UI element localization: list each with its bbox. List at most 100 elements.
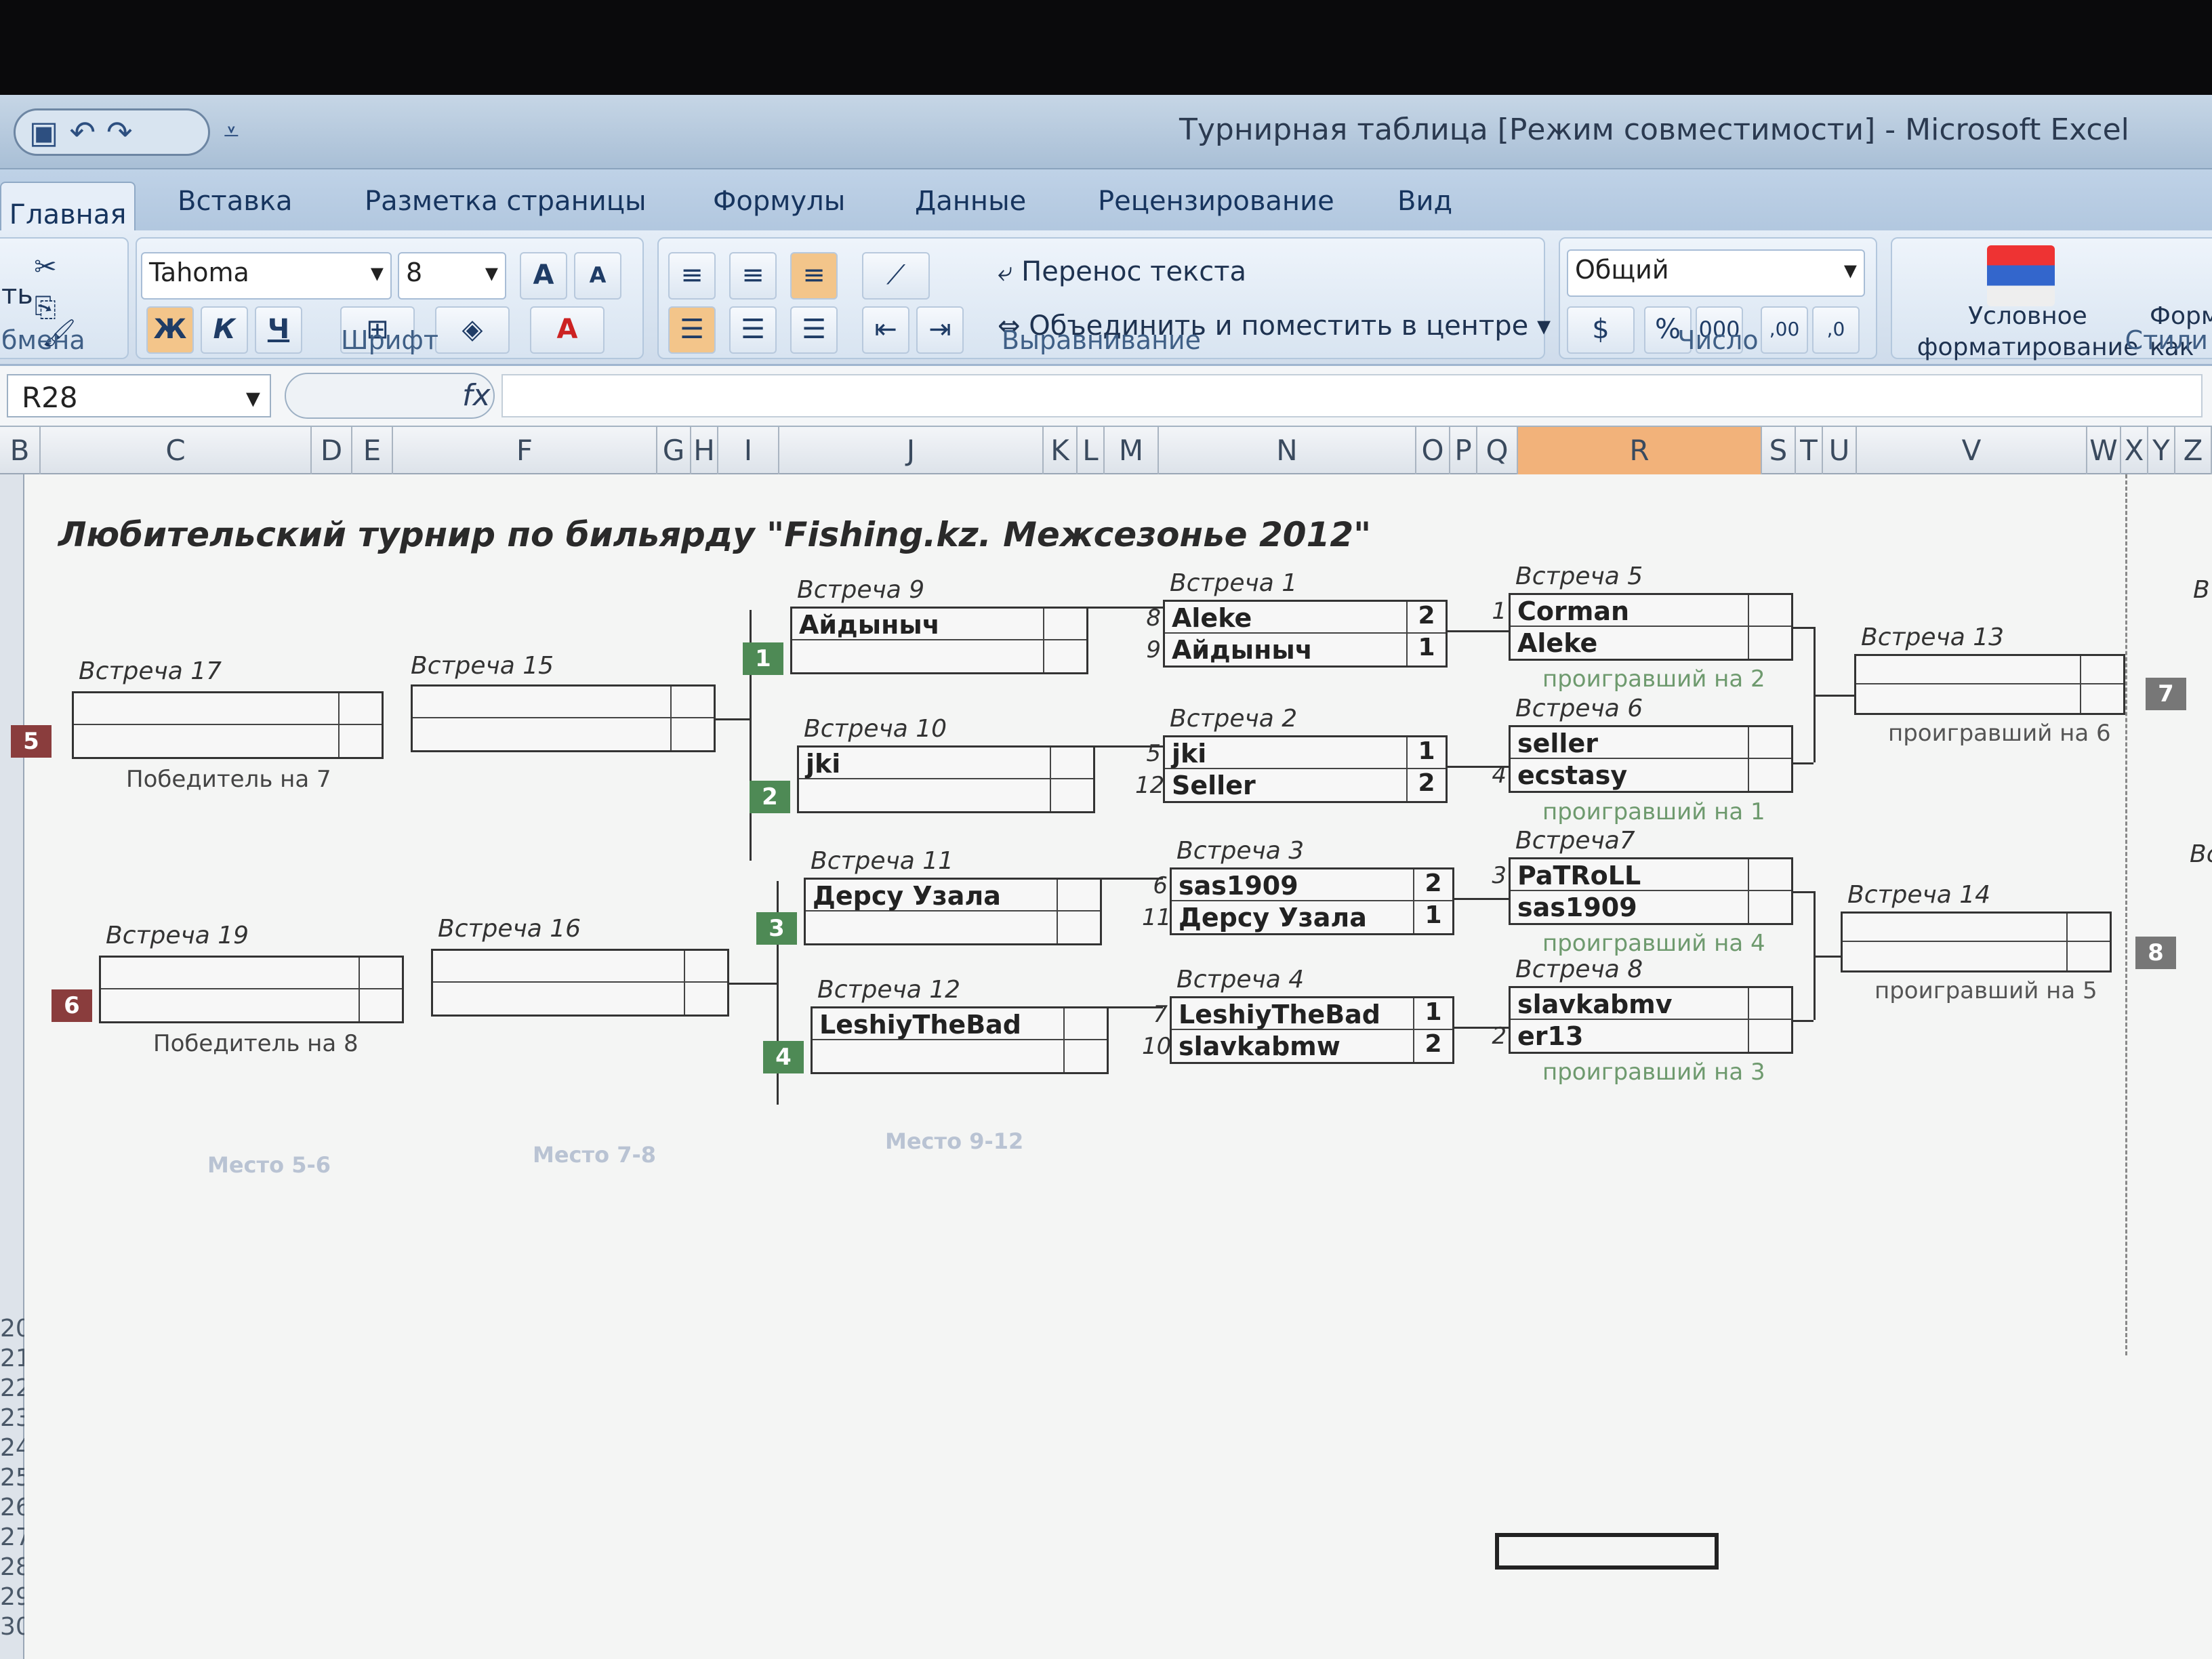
player-row[interactable] bbox=[74, 725, 382, 757]
col-header-y[interactable]: Y bbox=[2148, 427, 2175, 474]
grow-font-button[interactable]: A bbox=[520, 252, 567, 300]
row-header[interactable]: 24 bbox=[0, 1434, 31, 1462]
match-box-6[interactable]: seller 4 ecstasy bbox=[1492, 725, 1793, 793]
col-header-w[interactable]: W bbox=[2087, 427, 2121, 474]
font-size-select[interactable]: 8 ▾ bbox=[398, 252, 506, 300]
match-box-15[interactable] bbox=[411, 684, 716, 752]
align-top-icon[interactable]: ≡ bbox=[668, 252, 716, 300]
match-box-19[interactable] bbox=[99, 956, 404, 1023]
score-cell[interactable] bbox=[1057, 912, 1100, 943]
player-row[interactable]: 6 sas1909 2 bbox=[1153, 869, 1452, 901]
match-box-9[interactable]: Айдыныч bbox=[790, 607, 1088, 674]
score-cell[interactable] bbox=[1748, 759, 1791, 791]
align-bottom-icon[interactable]: ≡ bbox=[790, 252, 838, 300]
match-box-3[interactable]: 6 sas1909 2 11 Дерсу Узала 1 bbox=[1142, 867, 1454, 935]
player-row[interactable]: 11 Дерсу Узала 1 bbox=[1142, 901, 1452, 933]
orientation-icon[interactable]: ⟋ bbox=[862, 252, 930, 300]
name-box[interactable]: R28 ▾ bbox=[7, 374, 271, 417]
score-cell[interactable] bbox=[2066, 914, 2110, 941]
score-cell[interactable] bbox=[2080, 684, 2123, 713]
tab-view[interactable]: Вид bbox=[1397, 186, 1452, 217]
player-row[interactable]: 12 Seller 2 bbox=[1135, 769, 1446, 801]
score-cell[interactable] bbox=[2080, 656, 2123, 683]
tab-review[interactable]: Рецензирование bbox=[1098, 186, 1334, 217]
col-header-l[interactable]: L bbox=[1078, 427, 1105, 474]
formula-input[interactable] bbox=[501, 374, 2203, 417]
match-box-2[interactable]: 5 jki 1 12 Seller 2 bbox=[1135, 735, 1448, 803]
row-header[interactable]: 25 bbox=[0, 1464, 31, 1492]
tab-data[interactable]: Данные bbox=[915, 186, 1026, 217]
col-header-z[interactable]: Z bbox=[2175, 427, 2212, 474]
score-cell[interactable] bbox=[338, 725, 382, 757]
col-header-b[interactable]: B bbox=[0, 427, 41, 474]
col-header-g[interactable]: G bbox=[657, 427, 691, 474]
shrink-font-button[interactable]: A bbox=[574, 252, 621, 300]
match-box-17[interactable] bbox=[72, 691, 384, 759]
player-row[interactable] bbox=[433, 951, 727, 983]
player-row[interactable]: 8 Aleke 2 bbox=[1146, 602, 1446, 634]
score-cell[interactable] bbox=[1748, 627, 1791, 659]
score-cell[interactable] bbox=[1748, 891, 1791, 923]
player-row[interactable]: seller bbox=[1511, 727, 1791, 759]
row-header[interactable]: 29 bbox=[0, 1583, 31, 1611]
selected-cell[interactable] bbox=[1495, 1533, 1719, 1570]
player-row[interactable]: Aleke bbox=[1511, 627, 1791, 659]
score-cell[interactable] bbox=[1748, 859, 1791, 890]
player-row[interactable]: 1 Corman bbox=[1492, 595, 1791, 627]
paste-label[interactable]: ть bbox=[1, 279, 33, 310]
player-row[interactable]: LeshiyTheBad bbox=[813, 1008, 1107, 1040]
player-score[interactable]: 1 bbox=[1406, 634, 1446, 665]
col-header-m[interactable]: M bbox=[1105, 427, 1159, 474]
score-cell[interactable] bbox=[1043, 640, 1086, 672]
col-header-j[interactable]: J bbox=[779, 427, 1044, 474]
col-header-e[interactable]: E bbox=[352, 427, 393, 474]
conditional-formatting-icon[interactable] bbox=[1987, 245, 2055, 306]
player-score[interactable]: 2 bbox=[1406, 602, 1446, 632]
number-format-select[interactable]: Общий ▾ bbox=[1567, 249, 1865, 297]
player-row[interactable] bbox=[413, 718, 714, 750]
score-cell[interactable] bbox=[670, 687, 714, 717]
col-header-k[interactable]: K bbox=[1044, 427, 1078, 474]
match-box-5[interactable]: 1 Corman Aleke bbox=[1492, 593, 1793, 661]
match-box-10[interactable]: jki bbox=[797, 745, 1095, 813]
col-header-o[interactable]: O bbox=[1416, 427, 1450, 474]
tab-insert[interactable]: Вставка bbox=[178, 186, 293, 217]
row-header[interactable]: 21 bbox=[0, 1345, 31, 1372]
worksheet-grid[interactable]: Любительский турнир по бильярду "Fishing… bbox=[11, 474, 2212, 1659]
player-row[interactable] bbox=[799, 779, 1093, 811]
player-row[interactable]: 2 er13 bbox=[1492, 1020, 1791, 1052]
match-box-8[interactable]: slavkabmv 2 er13 bbox=[1492, 986, 1793, 1054]
undo-icon[interactable]: ↶ bbox=[69, 114, 96, 150]
player-score[interactable]: 2 bbox=[1413, 869, 1452, 900]
score-cell[interactable] bbox=[684, 951, 727, 981]
score-cell[interactable] bbox=[359, 989, 402, 1021]
player-score[interactable]: 1 bbox=[1406, 737, 1446, 768]
align-middle-icon[interactable]: ≡ bbox=[729, 252, 777, 300]
match-box-7[interactable]: 3 PaTRoLL sas1909 bbox=[1492, 857, 1793, 925]
match-box-11[interactable]: Дерсу Узала bbox=[804, 878, 1102, 945]
col-header-u[interactable]: U bbox=[1823, 427, 1857, 474]
player-row[interactable]: jki bbox=[799, 747, 1093, 779]
match-box-4[interactable]: 7 LeshiyTheBad 1 10 slavkabmw 2 bbox=[1142, 996, 1454, 1064]
player-score[interactable]: 1 bbox=[1413, 901, 1452, 933]
col-header-p[interactable]: P bbox=[1450, 427, 1477, 474]
score-cell[interactable] bbox=[1748, 727, 1791, 758]
player-row[interactable] bbox=[413, 687, 714, 718]
player-row[interactable] bbox=[806, 912, 1100, 943]
score-cell[interactable] bbox=[1748, 595, 1791, 626]
player-row[interactable]: Айдыныч bbox=[792, 609, 1086, 640]
row-header[interactable]: 22 bbox=[0, 1374, 31, 1402]
player-row[interactable] bbox=[1843, 914, 2110, 942]
player-row[interactable]: 7 LeshiyTheBad 1 bbox=[1153, 998, 1452, 1030]
player-row[interactable]: slavkabmv bbox=[1511, 988, 1791, 1020]
tab-page-layout[interactable]: Разметка страницы bbox=[365, 186, 647, 217]
col-header-t[interactable]: T bbox=[1796, 427, 1823, 474]
score-cell[interactable] bbox=[1748, 988, 1791, 1019]
col-header-i[interactable]: I bbox=[718, 427, 779, 474]
score-cell[interactable] bbox=[1063, 1040, 1107, 1072]
player-row[interactable]: Дерсу Узала bbox=[806, 880, 1100, 912]
match-box-1[interactable]: 8 Aleke 2 9 Айдыныч 1 bbox=[1146, 600, 1448, 668]
score-cell[interactable] bbox=[684, 983, 727, 1015]
match-box-12[interactable]: LeshiyTheBad bbox=[811, 1006, 1109, 1074]
score-cell[interactable] bbox=[1043, 609, 1086, 639]
